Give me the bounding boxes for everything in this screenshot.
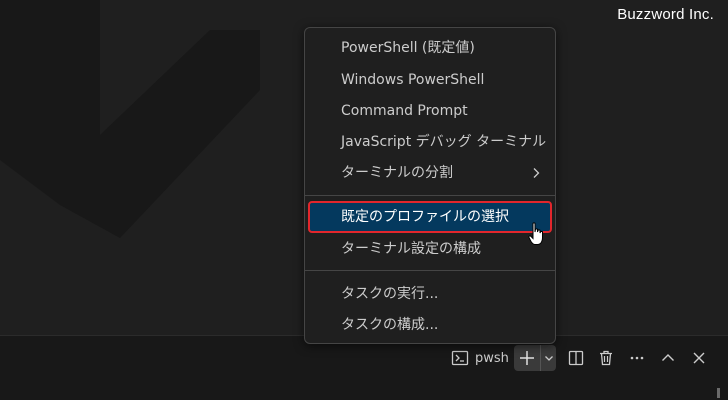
more-actions-button[interactable] <box>625 345 649 371</box>
menu-item-label: Windows PowerShell <box>341 72 485 88</box>
brand-watermark: Buzzword Inc. <box>617 6 714 23</box>
launch-profile-dropdown[interactable] <box>540 345 556 371</box>
menu-item-label: ターミナル設定の構成 <box>341 241 481 257</box>
terminal-tab-pwsh[interactable]: pwsh <box>451 345 509 371</box>
more-icon <box>630 356 644 360</box>
submenu-arrow <box>531 158 541 188</box>
menu-item-label: ターミナルの分割 <box>341 165 453 181</box>
kill-terminal-button[interactable] <box>594 345 618 371</box>
menu-item-javascript-debug-terminal[interactable]: JavaScript デバッグ ターミナル <box>309 127 551 157</box>
vscode-watermark-logo <box>0 0 260 238</box>
trash-icon <box>600 350 612 366</box>
close-icon <box>693 352 705 364</box>
terminal-toolbar: pwsh <box>0 345 728 371</box>
menu-item-configure-terminal-settings[interactable]: ターミナル設定の構成 <box>309 234 551 264</box>
terminal-icon <box>451 350 469 366</box>
plus-icon <box>520 351 534 365</box>
menu-item-label: PowerShell (既定値) <box>341 40 475 56</box>
new-terminal-button[interactable] <box>514 345 540 371</box>
close-panel-button[interactable] <box>687 345 711 371</box>
menu-item-label: タスクの構成... <box>341 317 439 333</box>
chevron-right-icon <box>533 168 540 178</box>
hand-cursor-icon <box>528 222 543 245</box>
menu-separator <box>305 270 555 271</box>
split-panel-icon <box>568 350 584 366</box>
menu-item-label: JavaScript デバッグ ターミナル <box>341 134 547 150</box>
menu-item-label: Command Prompt <box>341 103 468 119</box>
terminal-tab-label: pwsh <box>475 350 509 366</box>
menu-item-run-task[interactable]: タスクの実行... <box>309 279 551 309</box>
menu-item-command-prompt[interactable]: Command Prompt <box>309 96 551 126</box>
menu-item-split-terminal[interactable]: ターミナルの分割 <box>309 158 551 188</box>
resize-grip[interactable] <box>717 388 720 398</box>
maximize-panel-button[interactable] <box>656 345 680 371</box>
menu-item-powershell-default[interactable]: PowerShell (既定値) <box>309 33 551 63</box>
menu-item-windows-powershell[interactable]: Windows PowerShell <box>309 65 551 95</box>
menu-separator <box>305 195 555 196</box>
menu-item-label: 既定のプロファイルの選択 <box>341 209 509 225</box>
split-terminal-button[interactable] <box>564 345 588 371</box>
menu-item-label: タスクの実行... <box>341 286 439 302</box>
chevron-down-icon <box>544 356 553 361</box>
new-terminal-split-button[interactable] <box>514 345 556 371</box>
chevron-up-icon <box>662 354 674 361</box>
launch-profile-menu: PowerShell (既定値) Windows PowerShell Comm… <box>304 27 556 344</box>
menu-item-configure-tasks[interactable]: タスクの構成... <box>309 310 551 340</box>
menu-item-select-default-profile[interactable]: 既定のプロファイルの選択 <box>308 201 552 233</box>
